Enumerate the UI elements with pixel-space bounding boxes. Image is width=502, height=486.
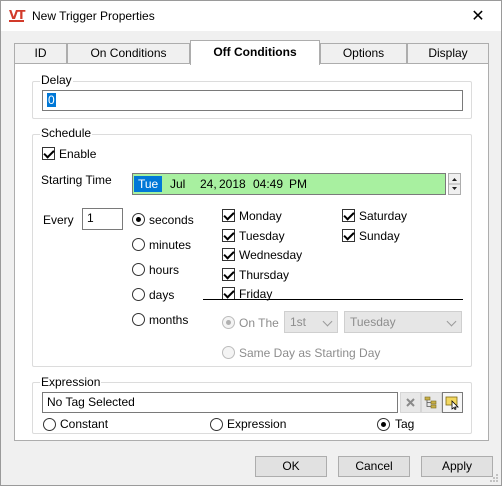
tab-label: Options [342,46,385,60]
day-thursday-checkbox[interactable] [222,268,235,281]
chevron-down-icon [322,316,333,327]
close-button[interactable]: ✕ [455,1,501,31]
tag-tree-button[interactable] [421,392,442,413]
day-wednesday-label: Wednesday [239,248,303,262]
tag-tree-icon [424,396,437,409]
day-wednesday-checkbox[interactable] [222,248,235,261]
delay-input[interactable]: 0 [42,90,463,111]
tab-label: ID [34,46,47,60]
tab-label: Display [428,46,468,60]
close-icon: ✕ [471,8,485,25]
day-sunday-label: Sunday [359,229,400,243]
tab-id[interactable]: ID [14,43,67,64]
unit-minutes-label: minutes [149,238,192,252]
days-divider [203,299,463,300]
datetime-ampm[interactable]: PM [289,177,307,191]
title-bar: VT New Trigger Properties ✕ [1,1,501,31]
day-tuesday-checkbox[interactable] [222,229,235,242]
mode-constant-label: Constant [60,417,109,431]
unit-hours-radio[interactable] [132,263,145,276]
tab-display[interactable]: Display [407,43,489,64]
ordinal-value: 1st [290,315,307,329]
tab-label: Off Conditions [213,45,297,59]
browse-tag-button[interactable] [442,392,463,413]
cancel-button[interactable]: Cancel [338,456,410,477]
mode-tag-radio[interactable] [377,418,390,431]
cancel-label: Cancel [355,459,393,473]
datetime-year[interactable]: 2018 [219,177,246,191]
unit-minutes-radio[interactable] [132,238,145,251]
tab-label: On Conditions [90,46,167,60]
datetime-day[interactable]: 24, [200,177,217,191]
chevron-down-icon [446,316,457,327]
day-saturday-label: Saturday [359,209,408,223]
same-day-label: Same Day as Starting Day [239,346,381,360]
datetime-spinner[interactable] [448,173,461,195]
weekday-value: Tuesday [350,315,396,329]
day-thursday-label: Thursday [239,268,290,282]
on-the-radio[interactable] [222,316,235,329]
spin-up-down-icon [449,178,460,190]
expression-input[interactable]: No Tag Selected [42,392,398,413]
mode-expression-radio[interactable] [210,418,223,431]
dialog-window: VT New Trigger Properties ✕ ID On Condit… [0,0,502,486]
starting-time-label: Starting Time [41,173,112,187]
delay-group-label: Delay [40,73,73,87]
mode-tag-label: Tag [395,417,415,431]
unit-months-radio[interactable] [132,313,145,326]
starting-time-picker[interactable]: Tue Jul 24, 2018 04:49 PM [132,173,446,195]
mode-expression-label: Expression [227,417,287,431]
every-input[interactable]: 1 [82,208,123,230]
datetime-month[interactable]: Jul [170,177,185,191]
unit-days-label: days [149,288,175,302]
schedule-group-label: Schedule [40,126,93,140]
unit-hours-label: hours [149,263,180,277]
window-title: New Trigger Properties [32,9,155,23]
delay-value: 0 [47,93,56,107]
enable-label: Enable [59,147,97,161]
ok-button[interactable]: OK [255,456,327,477]
apply-button[interactable]: Apply [421,456,493,477]
unit-seconds-radio[interactable] [132,213,145,226]
expression-value: No Tag Selected [47,395,135,409]
clear-x-icon [406,398,415,407]
app-logo: VT [9,8,26,22]
tab-on-conditions[interactable]: On Conditions [67,43,190,64]
unit-seconds-label: seconds [149,213,194,227]
datetime-weekday[interactable]: Tue [134,176,163,192]
tab-options[interactable]: Options [320,43,407,64]
day-sunday-checkbox[interactable] [342,229,355,242]
expression-group-label: Expression [40,375,102,389]
day-tuesday-label: Tuesday [239,229,285,243]
clear-expression-button[interactable] [400,392,421,413]
apply-label: Apply [441,459,473,473]
mode-constant-radio[interactable] [43,418,56,431]
enable-checkbox[interactable] [42,147,55,160]
every-label: Every [43,213,74,227]
resize-grip-icon[interactable] [489,473,499,483]
ok-label: OK [282,459,300,473]
day-saturday-checkbox[interactable] [342,209,355,222]
datetime-time[interactable]: 04:49 [253,177,283,191]
unit-days-radio[interactable] [132,288,145,301]
on-the-label: On The [239,316,279,330]
ordinal-select[interactable]: 1st [284,311,338,333]
browse-tag-icon [445,396,459,410]
day-monday-label: Monday [239,209,282,223]
weekday-select[interactable]: Tuesday [344,311,462,333]
day-monday-checkbox[interactable] [222,209,235,222]
tab-off-conditions[interactable]: Off Conditions [190,40,320,65]
same-day-radio[interactable] [222,346,235,359]
unit-months-label: months [149,313,189,327]
every-value: 1 [87,211,94,225]
